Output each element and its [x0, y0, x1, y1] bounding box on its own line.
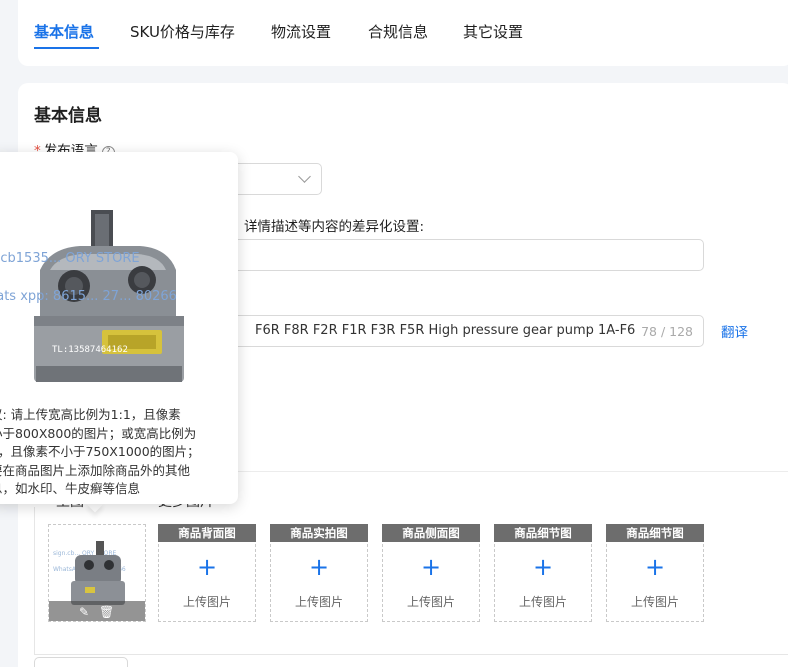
gear-pump-photo: n.cb1535... ORY STORE hats xpp: 8615... …: [0, 170, 215, 406]
slot-header: 商品细节图: [494, 524, 592, 542]
tab-bar: 基本信息 SKU价格与库存 物流设置 合规信息 其它设置: [18, 0, 788, 66]
translate-link[interactable]: 翻译: [721, 321, 748, 341]
delete-icon[interactable]: 🗑: [99, 605, 114, 619]
guidance-line: 小于800X800的图片；或宽高比例为: [0, 425, 197, 441]
thumbnail-action-bar: [49, 601, 145, 621]
image-guidance-text: 议: 请上传宽高比例为1:1，且像素 小于800X800的图片；或宽高比例为 4…: [0, 406, 226, 499]
watermark-text-1: n.cb1535... ORY STORE: [0, 251, 140, 266]
upload-slot-back[interactable]: 商品背面图 + 上传图片: [158, 524, 256, 622]
section-title: 基本信息: [34, 106, 102, 126]
active-tab-indicator: [34, 47, 99, 49]
guidance-line: 议: 请上传宽高比例为1:1，且像素: [0, 407, 181, 422]
guidance-line: 要在商品图片上添加除商品外的其他: [0, 462, 191, 478]
product-title-input[interactable]: F6R F8R F2R F1R F3R F5R High pressure ge…: [214, 315, 704, 347]
bottom-action-button[interactable]: [34, 657, 128, 667]
slot-header: 商品背面图: [158, 524, 256, 542]
upload-label: 上传图片: [406, 595, 455, 609]
tab-basic-info[interactable]: 基本信息: [34, 21, 94, 42]
tab-compliance[interactable]: 合规信息: [368, 21, 428, 42]
watermark-text-2: hats xpp: 8615... 27... 80266: [0, 289, 177, 304]
slot-header: 商品实拍图: [270, 524, 368, 542]
upload-label: 上传图片: [518, 595, 567, 609]
title-char-count: 78 / 128: [635, 324, 693, 339]
plus-icon: +: [308, 553, 330, 581]
product-title-value: F6R F8R F2R F1R F3R F5R High pressure ge…: [255, 323, 676, 338]
slot-header: 商品细节图: [606, 524, 704, 542]
diff-setting-input[interactable]: [214, 239, 704, 271]
tab-logistics[interactable]: 物流设置: [271, 21, 331, 42]
guidance-line: 息，如水印、牛皮癣等信息: [0, 481, 141, 496]
main-image-thumbnail[interactable]: sign.cb... ORY STORE WhatsApp: 8615... 0…: [48, 524, 146, 622]
tab-other-settings[interactable]: 其它设置: [463, 21, 523, 42]
slot-header: 商品侧面图: [382, 524, 480, 542]
pump-preview-image: n.cb1535... ORY STORE hats xpp: 8615... …: [0, 170, 215, 406]
plus-icon: +: [644, 553, 666, 581]
upload-slot-real-shot[interactable]: 商品实拍图 + 上传图片: [270, 524, 368, 622]
upload-label: 上传图片: [294, 595, 343, 609]
upload-slot-detail-2[interactable]: 商品细节图 + 上传图片: [606, 524, 704, 622]
upload-label: 上传图片: [630, 595, 679, 609]
diff-setting-text: 详情描述等内容的差异化设置:: [244, 219, 425, 235]
upload-slot-side[interactable]: 商品侧面图 + 上传图片: [382, 524, 480, 622]
upload-label: 上传图片: [182, 595, 231, 609]
plate-phone-text: TL:13587464162: [52, 345, 128, 355]
plus-icon: +: [532, 553, 554, 581]
plus-icon: +: [420, 553, 442, 581]
upload-slot-detail-1[interactable]: 商品细节图 + 上传图片: [494, 524, 592, 622]
edit-icon[interactable]: ✎: [79, 605, 89, 619]
plus-icon: +: [196, 553, 218, 581]
chevron-down-icon: [298, 170, 311, 183]
guidance-line: 4，且像素不小于750X1000的图片；: [0, 444, 200, 459]
image-preview-popover: n.cb1535... ORY STORE hats xpp: 8615... …: [0, 152, 238, 504]
tab-sku-price-stock[interactable]: SKU价格与库存: [130, 21, 235, 42]
